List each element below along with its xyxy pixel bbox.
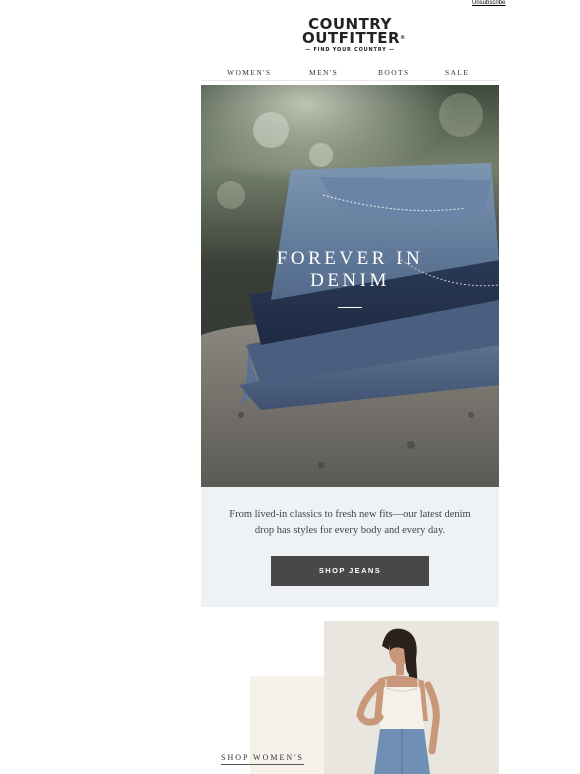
hero-title: FOREVER IN DENIM: [201, 248, 499, 292]
logo-registered-mark: ®: [400, 35, 406, 41]
logo-line2-text: OUTFITTER: [302, 29, 401, 47]
hero-title-line2: DENIM: [310, 270, 390, 291]
hero-title-line1: FOREVER IN: [276, 248, 424, 269]
logo-tagline-rule-right: —: [386, 47, 395, 53]
nav-item-sale[interactable]: SALE: [445, 68, 469, 77]
hero-banner[interactable]: FOREVER IN DENIM: [201, 85, 499, 487]
nav-item-boots[interactable]: BOOTS: [378, 68, 410, 77]
shop-womens-link[interactable]: SHOP WOMEN'S: [221, 753, 305, 765]
logo-tagline: — FIND YOUR COUNTRY —: [302, 47, 398, 53]
main-nav: WOMEN'S MEN'S BOOTS SALE: [201, 68, 499, 81]
promo-text: From lived-in classics to fresh new fits…: [229, 509, 471, 536]
nav-item-mens[interactable]: MEN'S: [309, 68, 338, 77]
womens-model-image[interactable]: [324, 621, 499, 774]
logo-line2: OUTFITTER®: [302, 29, 405, 47]
unsubscribe-link[interactable]: Unsubscribe: [472, 0, 505, 6]
hero-divider: [338, 307, 362, 308]
nav-item-womens[interactable]: WOMEN'S: [227, 68, 271, 77]
shop-jeans-button[interactable]: SHOP JEANS: [271, 556, 429, 586]
model-photo: [324, 621, 499, 774]
logo-tagline-text: FIND YOUR COUNTRY: [313, 47, 387, 53]
brand-logo[interactable]: COUNTRY OUTFITTER® — FIND YOUR COUNTRY —: [302, 17, 405, 54]
promo-panel: From lived-in classics to fresh new fits…: [201, 487, 499, 607]
